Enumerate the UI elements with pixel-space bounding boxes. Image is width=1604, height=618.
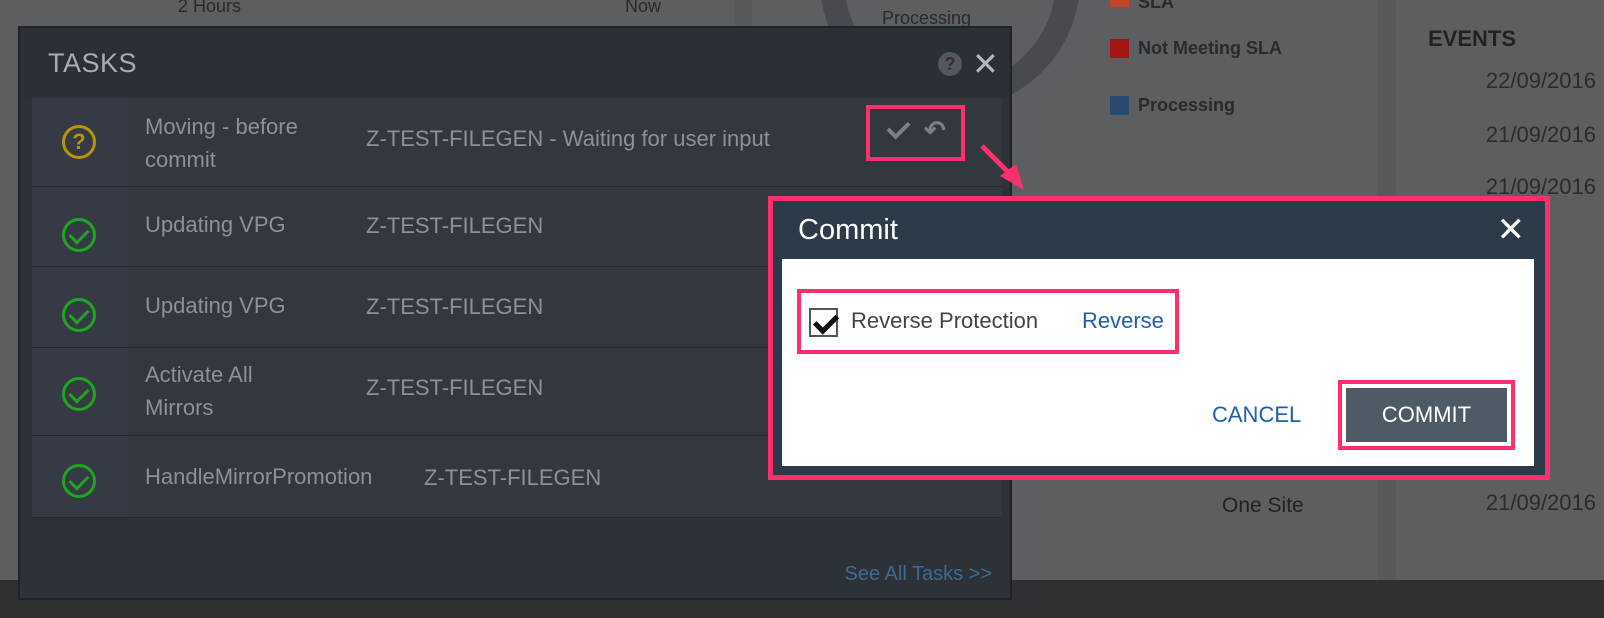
reverse-link[interactable]: Reverse — [1082, 308, 1164, 334]
commit-dialog-title: Commit — [798, 214, 898, 246]
reverse-protection-label: Reverse Protection — [851, 308, 1039, 333]
commit-dialog: Commit ✕ Reverse Protection Reverse CANC… — [768, 196, 1550, 480]
close-icon[interactable]: ✕ — [1497, 211, 1526, 249]
cancel-button[interactable]: CANCEL — [1212, 402, 1301, 428]
arrow-to-dialog — [980, 144, 1024, 190]
commit-button-highlight: COMMIT — [1338, 380, 1515, 450]
reverse-protection-highlight: Reverse Protection Reverse — [797, 289, 1179, 354]
commit-button[interactable]: COMMIT — [1346, 388, 1507, 442]
reverse-protection-checkbox[interactable] — [809, 308, 838, 337]
commit-dialog-body: Reverse Protection Reverse CANCEL COMMIT — [782, 259, 1534, 466]
